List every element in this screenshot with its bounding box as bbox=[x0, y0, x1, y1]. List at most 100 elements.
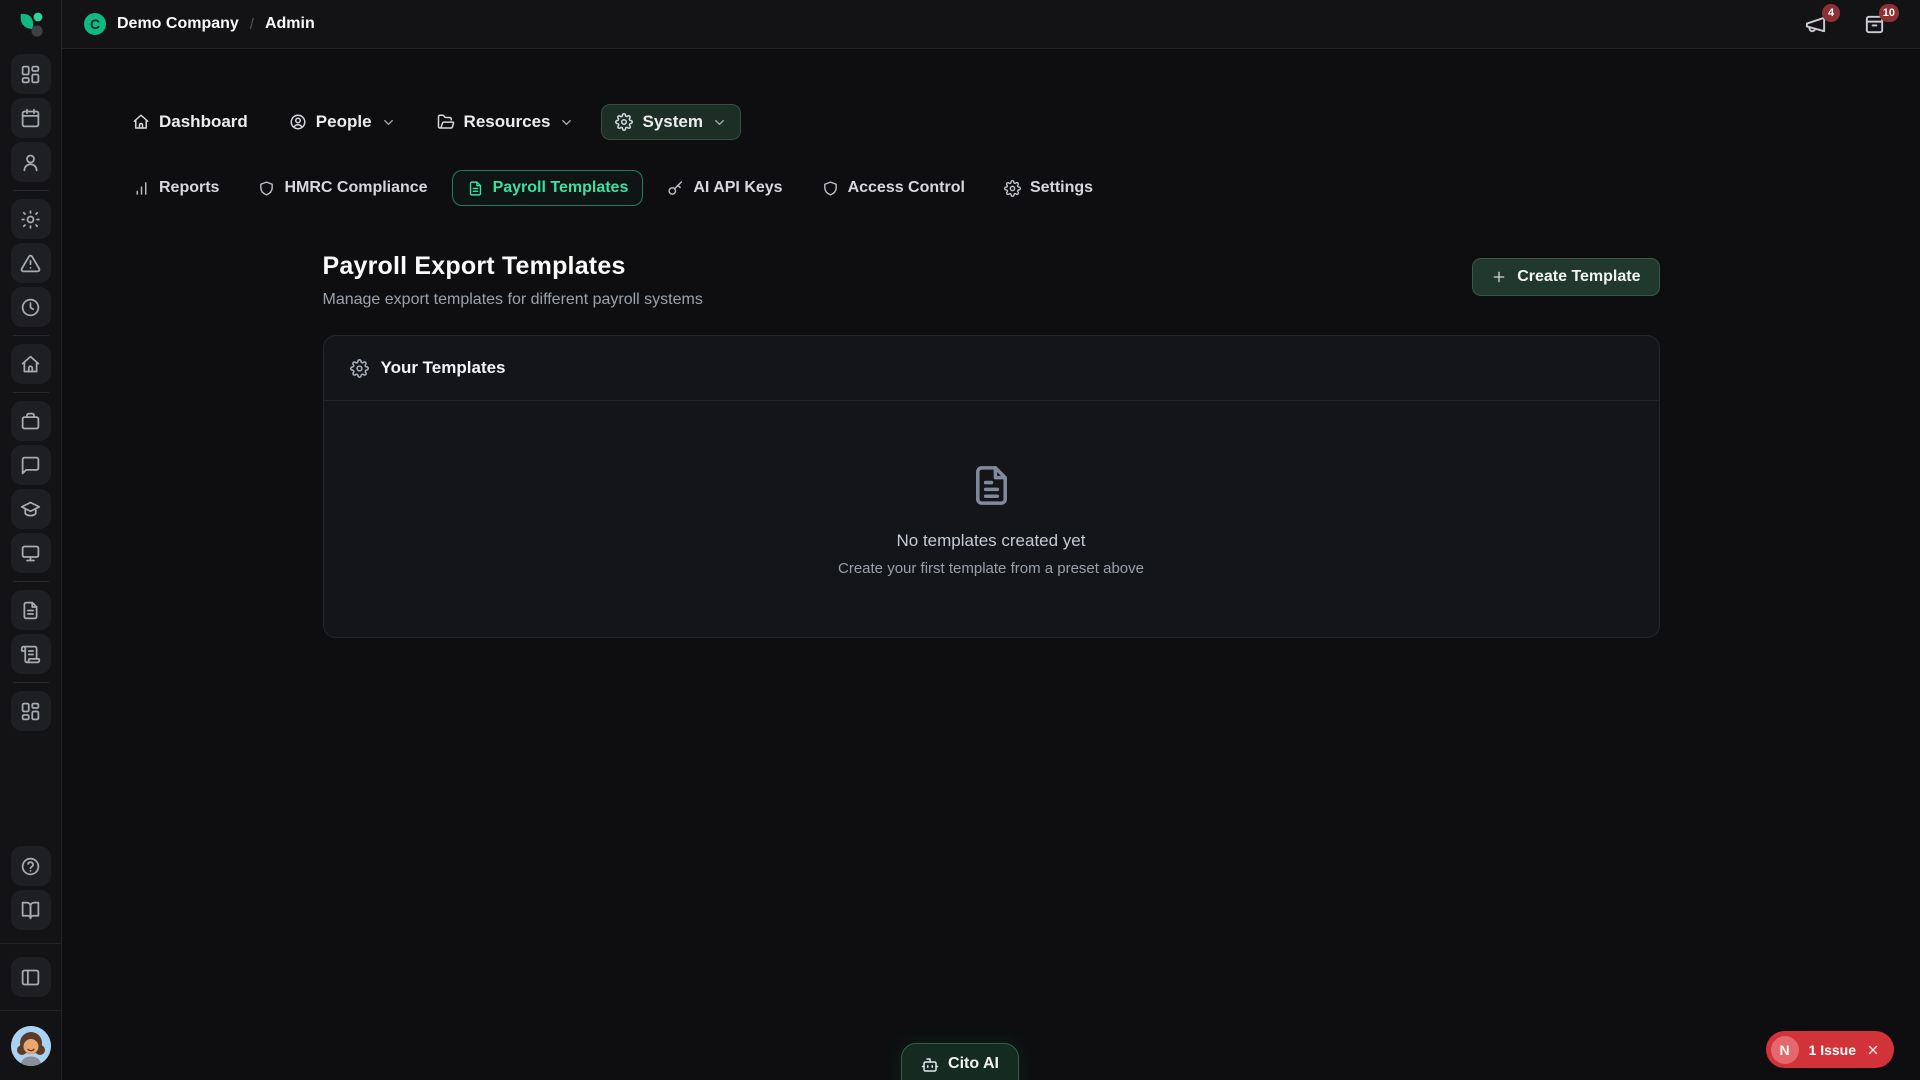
tab-access-control[interactable]: Access Control bbox=[807, 170, 980, 206]
file-text-icon bbox=[467, 180, 484, 197]
tab-settings[interactable]: Settings bbox=[989, 170, 1108, 206]
briefcase-icon bbox=[20, 411, 41, 432]
sidebar-item-company-home[interactable] bbox=[11, 344, 51, 384]
main-nav-dashboard[interactable]: Dashboard bbox=[118, 104, 262, 140]
sidebar-item-wellbeing[interactable] bbox=[11, 199, 51, 239]
folder-open-icon bbox=[437, 113, 455, 131]
main-nav-system[interactable]: System bbox=[601, 104, 740, 140]
sidebar-divider bbox=[13, 335, 49, 336]
create-template-label: Create Template bbox=[1517, 268, 1640, 286]
sub-nav: Reports HMRC Compliance Payroll Templates A… bbox=[62, 170, 1920, 206]
sidebar-item-apps[interactable] bbox=[11, 691, 51, 731]
sidebar-item-calendar[interactable] bbox=[11, 98, 51, 138]
sun-icon bbox=[20, 209, 41, 230]
cito-ai-label: Cito AI bbox=[948, 1055, 999, 1073]
sidebar-item-time-tracking[interactable] bbox=[11, 287, 51, 327]
tab-label: Payroll Templates bbox=[493, 179, 629, 197]
main-nav: Dashboard People Resources System bbox=[62, 104, 1920, 140]
sidebar-item-alerts[interactable] bbox=[11, 243, 51, 283]
monitor-icon bbox=[20, 543, 41, 564]
cito-ai-button[interactable]: Cito AI bbox=[901, 1043, 1019, 1080]
sidebar-item-payslips[interactable] bbox=[11, 634, 51, 674]
dev-issue-badge[interactable]: N 1 Issue bbox=[1766, 1031, 1894, 1068]
sidebar-divider bbox=[13, 392, 49, 393]
panel-left-icon bbox=[20, 967, 41, 988]
sidebar-item-messages[interactable] bbox=[11, 445, 51, 485]
breadcrumb-separator: / bbox=[250, 16, 254, 33]
page-header-text: Payroll Export Templates Manage export t… bbox=[323, 252, 703, 309]
content-container: Payroll Export Templates Manage export t… bbox=[323, 252, 1660, 638]
file-text-icon bbox=[20, 600, 41, 621]
tab-ai-api-keys[interactable]: AI API Keys bbox=[652, 170, 797, 206]
calendar-icon bbox=[20, 108, 41, 129]
sidebar-item-learning[interactable] bbox=[11, 489, 51, 529]
user-icon bbox=[20, 152, 41, 173]
breadcrumb-company[interactable]: Demo Company bbox=[117, 15, 239, 33]
sidebar-item-help[interactable] bbox=[11, 846, 51, 886]
layout-dashboard-icon bbox=[20, 701, 41, 722]
sidebar-bottom-groups bbox=[0, 846, 61, 997]
templates-card: Your Templates No templates created yet … bbox=[323, 335, 1660, 638]
tab-label: Settings bbox=[1030, 179, 1093, 197]
tab-reports[interactable]: Reports bbox=[118, 170, 234, 206]
dev-badge-logo: N bbox=[1771, 1036, 1799, 1064]
page-subtitle: Manage export templates for different pa… bbox=[323, 291, 703, 309]
layout-dashboard-icon bbox=[20, 64, 41, 85]
scroll-text-icon bbox=[20, 644, 41, 665]
plus-icon bbox=[1491, 269, 1507, 285]
templates-card-title: Your Templates bbox=[381, 358, 506, 378]
key-icon bbox=[667, 180, 684, 197]
notification-badge: 10 bbox=[1879, 4, 1899, 22]
main-nav-people[interactable]: People bbox=[275, 104, 410, 140]
sidebar-nav bbox=[0, 54, 61, 846]
book-open-icon bbox=[20, 900, 41, 921]
sidebar-item-devices[interactable] bbox=[11, 533, 51, 573]
sidebar-item-jobs[interactable] bbox=[11, 401, 51, 441]
main-nav-label: Resources bbox=[464, 112, 551, 132]
message-square-icon bbox=[20, 455, 41, 476]
tab-label: HMRC Compliance bbox=[284, 179, 427, 197]
templates-empty-state: No templates created yet Create your fir… bbox=[324, 401, 1659, 637]
sidebar bbox=[0, 0, 62, 1080]
tab-label: Reports bbox=[159, 179, 219, 197]
sidebar-divider bbox=[0, 1010, 61, 1011]
tab-label: Access Control bbox=[848, 179, 965, 197]
close-icon[interactable] bbox=[1866, 1043, 1880, 1057]
sidebar-item-dashboard[interactable] bbox=[11, 54, 51, 94]
page-header: Payroll Export Templates Manage export t… bbox=[323, 252, 1660, 309]
robot-icon bbox=[921, 1056, 939, 1074]
sidebar-divider bbox=[0, 943, 61, 944]
sidebar-divider bbox=[13, 682, 49, 683]
empty-state-subtitle: Create your first template from a preset… bbox=[838, 560, 1144, 577]
sidebar-divider bbox=[13, 190, 49, 191]
avatar-image bbox=[11, 1026, 51, 1066]
tab-hmrc-compliance[interactable]: HMRC Compliance bbox=[243, 170, 442, 206]
settings-icon bbox=[615, 113, 633, 131]
breadcrumb-section: Admin bbox=[265, 15, 315, 33]
sidebar-item-documentation[interactable] bbox=[11, 890, 51, 930]
sidebar-bottom bbox=[0, 846, 61, 1066]
topbar-inbox-button[interactable]: 10 bbox=[1859, 9, 1890, 40]
main-nav-label: People bbox=[316, 112, 372, 132]
sidebar-item-documents[interactable] bbox=[11, 590, 51, 630]
app-logo-icon[interactable] bbox=[15, 9, 47, 41]
bar-chart-icon bbox=[133, 180, 150, 197]
page-title: Payroll Export Templates bbox=[323, 252, 703, 281]
empty-state-title: No templates created yet bbox=[897, 531, 1086, 551]
create-template-button[interactable]: Create Template bbox=[1472, 258, 1659, 296]
tab-label: AI API Keys bbox=[693, 179, 782, 197]
user-avatar[interactable] bbox=[11, 1026, 51, 1066]
main-nav-resources[interactable]: Resources bbox=[423, 104, 589, 140]
tab-payroll-templates[interactable]: Payroll Templates bbox=[452, 170, 644, 206]
chevron-down-icon bbox=[712, 115, 727, 130]
shield-icon bbox=[822, 180, 839, 197]
circle-user-icon bbox=[289, 113, 307, 131]
main-nav-label: System bbox=[642, 112, 702, 132]
sidebar-item-collapse-panel[interactable] bbox=[11, 957, 51, 997]
gear-icon bbox=[350, 359, 369, 378]
topbar-announcements-button[interactable]: 4 bbox=[1800, 9, 1831, 40]
sidebar-item-people[interactable] bbox=[11, 142, 51, 182]
home-icon bbox=[132, 113, 150, 131]
main-content: Dashboard People Resources System Reports HM… bbox=[62, 49, 1920, 1080]
breadcrumb: C Demo Company / Admin bbox=[84, 13, 315, 35]
